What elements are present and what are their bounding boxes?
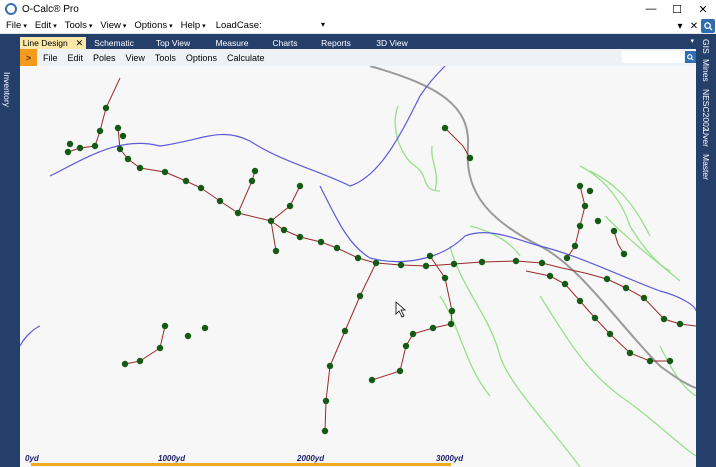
close-icon[interactable]: ✕ xyxy=(687,21,701,32)
left-panel-rail: Inventory xyxy=(0,34,20,467)
poles xyxy=(64,104,684,435)
sub-menu-edit[interactable]: Edit xyxy=(68,53,84,63)
inventory-tab[interactable]: Inventory xyxy=(2,72,12,107)
pole-search-input[interactable] xyxy=(622,51,684,63)
tab-charts[interactable]: Charts xyxy=(260,37,310,49)
right-panel-rail: GIS Mines NESC2002 Uver Master xyxy=(696,34,716,467)
scale-label-2000: 2000yd xyxy=(297,454,325,463)
scale-label-0: 0yd xyxy=(25,454,39,463)
mouse-cursor-icon xyxy=(395,301,407,318)
menu-view[interactable]: View ▾ xyxy=(100,20,126,31)
sub-menu-view[interactable]: View xyxy=(126,53,145,63)
tab-measure[interactable]: Measure xyxy=(204,37,260,49)
menu-file[interactable]: File ▾ xyxy=(6,20,27,31)
terrain-contours xyxy=(394,105,696,467)
scale-label-1000: 1000yd xyxy=(158,454,186,463)
chevron-down-icon: ▾ xyxy=(23,23,27,30)
close-button[interactable]: ✕ xyxy=(690,0,716,18)
road-line xyxy=(369,66,696,389)
map-canvas[interactable] xyxy=(20,66,696,467)
maximize-button[interactable]: ☐ xyxy=(664,0,690,18)
sub-menu-calculate[interactable]: Calculate xyxy=(227,53,265,63)
tab-reports[interactable]: Reports xyxy=(310,37,362,49)
sub-menu-poles[interactable]: Poles xyxy=(93,53,116,63)
spans xyxy=(67,77,696,432)
chevron-down-icon: ▾ xyxy=(169,23,173,30)
menu-edit[interactable]: Edit ▾ xyxy=(35,20,57,31)
scale-bar xyxy=(31,463,451,466)
right-tab-nesc2002[interactable]: NESC2002 xyxy=(701,89,711,132)
menu-bar: File ▾ Edit ▾ Tools ▾ View ▾ Options ▾ Help ▾ … xyxy=(0,18,716,34)
chevron-down-icon: ▾ xyxy=(53,23,57,30)
loadcase-select[interactable]: ▾ xyxy=(205,20,325,32)
sub-menu-tools[interactable]: Tools xyxy=(155,53,176,63)
window-title: O-Calc® Pro xyxy=(22,3,79,15)
dropdown-chevron-icon[interactable]: ▾ xyxy=(673,21,687,32)
menu-tools[interactable]: Tools ▾ xyxy=(65,20,93,31)
chevron-down-icon: ▾ xyxy=(122,23,127,30)
tab-schematic[interactable]: Schematic xyxy=(86,37,142,49)
chevron-down-icon: ▾ xyxy=(88,23,93,30)
expand-arrow-button[interactable]: > xyxy=(20,49,37,66)
tab-line-design[interactable]: Line Design ✕ xyxy=(20,37,86,49)
app-logo-icon xyxy=(5,3,17,15)
right-tab-gis[interactable]: GIS xyxy=(701,39,711,54)
menu-help[interactable]: Help ▾ xyxy=(181,20,206,31)
scale-label-3000: 3000yd xyxy=(436,454,464,463)
search-icon[interactable] xyxy=(701,19,715,33)
search-icon[interactable] xyxy=(685,51,696,63)
tab-top-view[interactable]: Top View xyxy=(142,37,204,49)
sub-menu-file[interactable]: File xyxy=(43,53,58,63)
water-lines xyxy=(20,66,696,347)
tab-3d-view[interactable]: 3D View xyxy=(362,37,422,49)
right-tab-master[interactable]: Master xyxy=(701,154,711,180)
menu-options[interactable]: Options ▾ xyxy=(134,20,172,31)
close-tab-icon[interactable]: ✕ xyxy=(76,38,84,49)
minimize-button[interactable]: — xyxy=(638,0,664,18)
view-tabs: Line Design ✕ Schematic Top View Measure… xyxy=(20,37,696,49)
chevron-down-icon: ▾ xyxy=(320,20,325,29)
line-design-toolbar: > File Edit Poles View Tools Options Cal… xyxy=(20,49,696,66)
chevron-down-icon[interactable]: ▾ xyxy=(690,37,694,45)
right-tab-mines[interactable]: Mines xyxy=(701,59,711,82)
sub-menu-options[interactable]: Options xyxy=(186,53,217,63)
right-tab-uver[interactable]: Uver xyxy=(701,129,711,147)
title-bar: O-Calc® Pro — ☐ ✕ xyxy=(0,0,716,18)
line-design-map[interactable]: 0yd 1000yd 2000yd 3000yd xyxy=(20,66,696,467)
